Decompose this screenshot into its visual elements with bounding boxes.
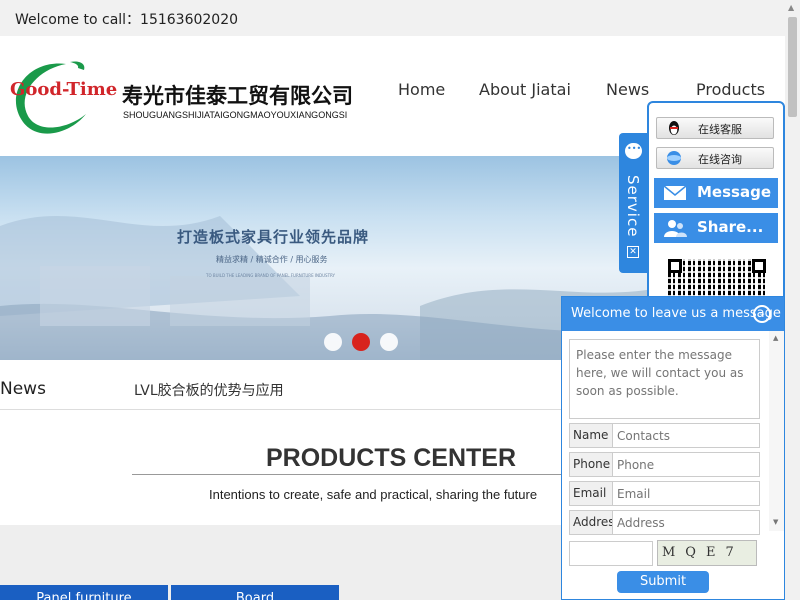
email-label: Email bbox=[570, 482, 613, 505]
category-board-button[interactable]: Board bbox=[171, 585, 339, 600]
name-label: Name bbox=[570, 424, 613, 447]
share-button[interactable]: Share... bbox=[654, 213, 778, 243]
service-tab[interactable]: Service ✕ bbox=[619, 133, 647, 273]
welcome-text: Welcome to call：15163602020 bbox=[15, 12, 239, 28]
name-input[interactable] bbox=[614, 425, 758, 446]
chat-globe-icon bbox=[667, 151, 681, 165]
message-textarea[interactable] bbox=[569, 339, 760, 419]
scrollbar-thumb[interactable] bbox=[788, 17, 797, 117]
submit-button[interactable]: Submit bbox=[617, 571, 709, 593]
qq-button-label: 在线咨询 bbox=[698, 153, 742, 166]
slider-dot-2[interactable] bbox=[352, 333, 370, 351]
chat-bubble-icon bbox=[625, 143, 642, 159]
qq-online-service-button[interactable]: 在线客服 bbox=[656, 117, 774, 139]
message-box-header[interactable]: Welcome to leave us a message bbox=[562, 297, 784, 331]
envelope-icon bbox=[663, 185, 687, 200]
banner-title: 打造板式家具行业领先品牌 bbox=[177, 228, 370, 246]
captcha-image[interactable]: MQE7 bbox=[657, 540, 757, 566]
form-scrollbar[interactable]: ▲ ▼ bbox=[769, 331, 784, 531]
page-scrollbar[interactable]: ▲ bbox=[785, 0, 800, 600]
qq-penguin-icon bbox=[669, 121, 679, 135]
nav-news[interactable]: News bbox=[606, 80, 649, 99]
address-field: Addres bbox=[569, 510, 760, 535]
qq-button-label: 在线客服 bbox=[698, 123, 742, 136]
slider-dot-3[interactable] bbox=[380, 333, 398, 351]
news-headline-link[interactable]: LVL胶合板的优势与应用 bbox=[134, 380, 284, 400]
banner-subtitle: 精益求精 / 精诚合作 / 用心服务 bbox=[216, 255, 328, 264]
email-field: Email bbox=[569, 481, 760, 506]
category-panel-furniture-button[interactable]: Panel furniture bbox=[0, 585, 168, 600]
nav-products[interactable]: Products bbox=[696, 80, 765, 99]
email-input[interactable] bbox=[614, 483, 758, 504]
service-tab-label: Service bbox=[624, 175, 642, 238]
message-button[interactable]: Message bbox=[654, 178, 778, 208]
qq-consult-button[interactable]: 在线咨询 bbox=[656, 147, 774, 169]
message-button-label: Message bbox=[697, 183, 771, 201]
captcha-input[interactable] bbox=[569, 541, 653, 566]
users-icon bbox=[664, 220, 687, 237]
products-tagline: Intentions to create, safe and practical… bbox=[209, 487, 538, 502]
logo-brand-cn[interactable]: 寿光市佳泰工贸有限公司 bbox=[122, 80, 353, 110]
scroll-up-icon[interactable]: ▲ bbox=[773, 334, 778, 342]
share-button-label: Share... bbox=[697, 218, 764, 236]
logo-brand-pinyin: SHOUGUANGSHIJIATAIGONGMAOYOUXIANGONGSI bbox=[123, 110, 348, 120]
news-label: News bbox=[0, 379, 46, 399]
leave-message-box: Welcome to leave us a message – Name Pho… bbox=[561, 296, 785, 600]
close-icon[interactable]: ✕ bbox=[627, 246, 639, 258]
address-label: Addres bbox=[570, 511, 613, 534]
divider bbox=[132, 474, 587, 475]
scroll-down-icon[interactable]: ▼ bbox=[773, 518, 778, 526]
qr-code-icon bbox=[668, 259, 766, 301]
banner-small-text: TO BUILD THE LEADING BRAND OF PANEL FURN… bbox=[206, 273, 335, 278]
address-input[interactable] bbox=[614, 512, 758, 533]
name-field: Name bbox=[569, 423, 760, 448]
logo-brand-en[interactable]: Good-Time bbox=[10, 79, 117, 100]
phone-label: Phone bbox=[570, 453, 613, 476]
products-title: PRODUCTS CENTER bbox=[266, 444, 517, 472]
nav-home[interactable]: Home bbox=[398, 80, 445, 99]
scroll-up-icon[interactable]: ▲ bbox=[788, 3, 794, 12]
close-icon[interactable]: – bbox=[753, 305, 771, 323]
phone-input[interactable] bbox=[614, 454, 758, 475]
nav-about[interactable]: About Jiatai bbox=[479, 80, 571, 99]
top-bar: Welcome to call：15163602020 bbox=[0, 0, 785, 36]
phone-field: Phone bbox=[569, 452, 760, 477]
slider-dot-1[interactable] bbox=[324, 333, 342, 351]
